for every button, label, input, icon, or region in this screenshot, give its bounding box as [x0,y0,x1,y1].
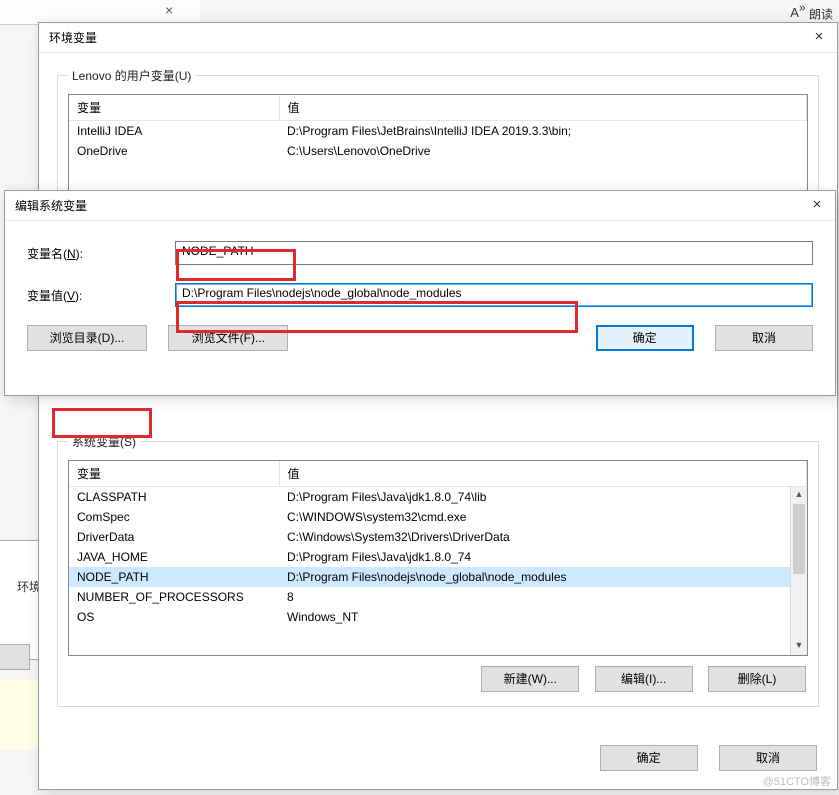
cancel-button[interactable]: 取消 [715,325,813,351]
close-icon[interactable]: × [807,196,827,216]
table-row[interactable]: CLASSPATHD:\Program Files\Java\jdk1.8.0_… [69,487,807,508]
new-button[interactable]: 新建(W)... [481,666,579,692]
col-value[interactable]: 值 [279,461,807,487]
variable-name-input[interactable]: NODE_PATH [175,241,813,265]
system-variables-table[interactable]: 变量 值 CLASSPATHD:\Program Files\Java\jdk1… [68,460,808,656]
scroll-down-icon[interactable]: ▼ [791,638,807,655]
watermark: @51CTO博客 [763,773,831,789]
variable-name-label: 变量名(N): [27,245,175,262]
table-row[interactable]: IntelliJ IDEAD:\Program Files\JetBrains\… [69,121,807,142]
table-row[interactable]: OSWindows_NT [69,607,807,627]
dialog-titlebar[interactable]: 编辑系统变量 × [5,191,835,221]
col-variable[interactable]: 变量 [69,95,279,121]
bg-cancel-button[interactable]: 消 [0,644,30,670]
delete-button[interactable]: 删除(L) [708,666,806,692]
variable-value-label: 变量值(V): [27,287,175,304]
ok-button[interactable]: 确定 [596,325,694,351]
table-row[interactable]: ComSpecC:\WINDOWS\system32\cmd.exe [69,507,807,527]
edit-system-variable-dialog: 编辑系统变量 × 变量名(N): NODE_PATH 变量值(V): D:\Pr… [4,190,836,396]
col-value[interactable]: 值 [279,95,807,121]
scrollbar[interactable]: ▲ ▼ [790,487,807,655]
browse-file-button[interactable]: 浏览文件(F)... [168,325,288,351]
edit-button[interactable]: 编辑(I)... [595,666,693,692]
dialog-titlebar[interactable]: 环境变量 × [39,23,837,53]
dialog-title: 编辑系统变量 [15,199,87,213]
dialog-title: 环境变量 [49,31,97,45]
close-icon[interactable]: × [809,28,829,48]
cancel-button[interactable]: 取消 [719,745,817,771]
user-variables-table[interactable]: 变量 值 IntelliJ IDEAD:\Program Files\JetBr… [68,94,808,192]
reader-indicator: A» 朗读 [790,2,833,22]
table-row[interactable]: OneDriveC:\Users\Lenovo\OneDrive [69,141,807,161]
bg-panel [0,540,40,660]
col-variable[interactable]: 变量 [69,461,279,487]
system-variables-group: 系统变量(S) 变量 值 CLASSPATHD:\Program Files\J… [57,433,819,707]
variable-value-input[interactable]: D:\Program Files\nodejs\node_global\node… [175,283,813,307]
table-row[interactable]: NUMBER_OF_PROCESSORS8 [69,587,807,607]
table-row[interactable]: DriverDataC:\Windows\System32\Drivers\Dr… [69,527,807,547]
table-row[interactable]: NODE_PATHD:\Program Files\nodejs\node_gl… [69,567,807,587]
close-icon[interactable]: × [165,2,173,18]
ok-button[interactable]: 确定 [600,745,698,771]
table-row[interactable]: JAVA_HOMED:\Program Files\Java\jdk1.8.0_… [69,547,807,567]
system-variables-legend: 系统变量(S) [68,433,140,450]
scroll-thumb[interactable] [793,504,805,574]
environment-variables-dialog: 环境变量 × Lenovo 的用户变量(U) 变量 值 IntelliJ IDE… [38,22,838,790]
browse-directory-button[interactable]: 浏览目录(D)... [27,325,147,351]
user-variables-group: Lenovo 的用户变量(U) 变量 值 IntelliJ IDEAD:\Pro… [57,67,819,205]
scroll-up-icon[interactable]: ▲ [791,487,807,504]
user-variables-legend: Lenovo 的用户变量(U) [68,67,195,84]
